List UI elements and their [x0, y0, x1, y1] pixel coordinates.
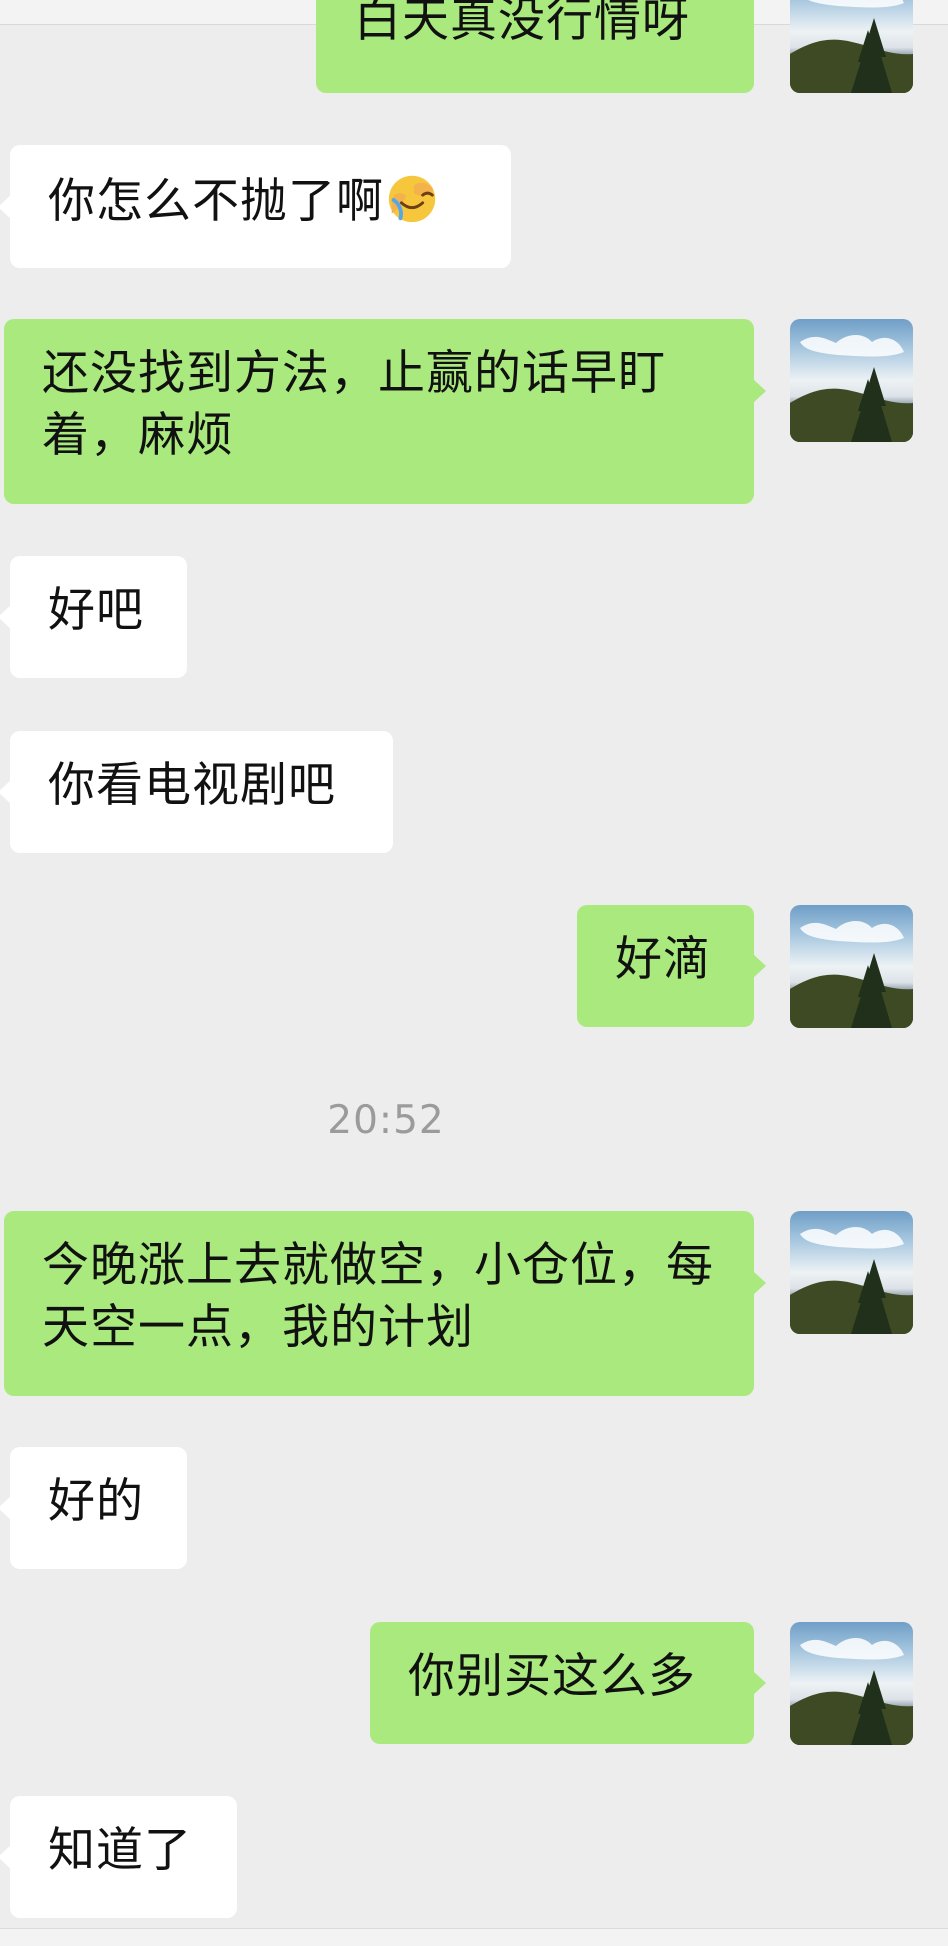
user-avatar[interactable]: [790, 905, 913, 1028]
user-avatar[interactable]: [790, 0, 913, 93]
message-text: 还没找到方法，止赢的话早盯着，麻烦: [42, 346, 666, 463]
user-avatar[interactable]: [790, 319, 913, 442]
message-text: 你怎么不抛了啊: [48, 174, 384, 229]
message-bubble-incoming[interactable]: 好的: [0, 1447, 187, 1569]
message-bubble-incoming[interactable]: 你怎么不抛了啊: [0, 145, 511, 268]
bottom-divider: [0, 1928, 948, 1946]
facepalm-emoji-icon: [388, 175, 436, 223]
message-text: 白天真没行情呀: [354, 0, 690, 48]
message-bubble-incoming[interactable]: 你看电视剧吧: [0, 731, 393, 853]
mountain-landscape-image: [790, 920, 913, 1028]
message-bubble-outgoing[interactable]: 好滴: [577, 905, 766, 1027]
mountain-landscape-image: [790, 1637, 913, 1745]
message-bubble-outgoing[interactable]: 你别买这么多: [370, 1622, 766, 1744]
message-bubble-outgoing[interactable]: 白天真没行情呀: [316, 0, 754, 93]
user-avatar[interactable]: [790, 1211, 913, 1334]
mountain-landscape-image: [790, 1226, 913, 1334]
message-bubble-outgoing[interactable]: 今晚涨上去就做空，小仓位，每天空一点，我的计划: [4, 1211, 766, 1396]
message-timestamp: 20:52: [327, 1098, 445, 1143]
message-bubble-outgoing[interactable]: 还没找到方法，止赢的话早盯着，麻烦: [4, 319, 766, 504]
message-text: 知道了: [48, 1823, 192, 1878]
message-text: 你别买这么多: [408, 1649, 696, 1704]
message-text: 好吧: [48, 583, 144, 638]
message-text: 你看电视剧吧: [48, 758, 336, 813]
message-bubble-incoming[interactable]: 知道了: [0, 1796, 237, 1918]
message-bubble-incoming[interactable]: 好吧: [0, 556, 187, 678]
mountain-landscape-image: [790, 334, 913, 442]
message-text: 好的: [48, 1474, 144, 1529]
message-text: 好滴: [615, 932, 711, 987]
user-avatar[interactable]: [790, 1622, 913, 1745]
message-text: 今晚涨上去就做空，小仓位，每天空一点，我的计划: [42, 1238, 714, 1355]
mountain-landscape-image: [790, 0, 913, 93]
